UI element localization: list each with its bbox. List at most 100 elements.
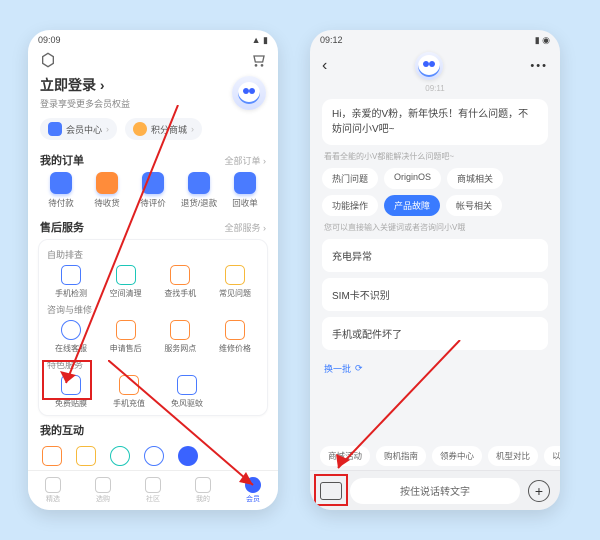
find-phone[interactable]: 查找手机: [156, 265, 204, 299]
service-more[interactable]: 全部服务 ›: [224, 221, 266, 234]
avatar[interactable]: [232, 76, 266, 110]
order-recycle[interactable]: 回收单: [224, 172, 266, 209]
chevron-right-icon: ›: [100, 77, 105, 93]
orders-more[interactable]: 全部订单 ›: [224, 154, 266, 167]
faq[interactable]: 常见问题: [211, 265, 259, 299]
nav-member[interactable]: 会员: [245, 477, 261, 504]
free-film[interactable]: 免费贴膜: [47, 375, 95, 409]
bag-icon: [95, 477, 111, 493]
settings-icon[interactable]: [40, 52, 56, 71]
plus-icon[interactable]: +: [528, 480, 550, 502]
status-icons: ▲ ▮: [252, 35, 268, 46]
chevron-right-icon: ›: [106, 124, 109, 134]
chip-originos[interactable]: OriginOS: [384, 168, 441, 189]
service-card: 自助排查 手机检测 空间清理 查找手机 常见问题 咨询与维修 在线客服 申请售后…: [38, 239, 268, 416]
order-pending-receive[interactable]: 待收货: [86, 172, 128, 209]
location-icon: [170, 320, 190, 340]
user-icon: [195, 477, 211, 493]
form-icon: [116, 320, 136, 340]
hint-capabilities: 看看全能的小V都能解决什么问题吧~: [324, 151, 546, 162]
order-pending-review[interactable]: 待评价: [132, 172, 174, 209]
repair-price[interactable]: 维修价格: [211, 320, 259, 354]
order-pending-pay[interactable]: 待付款: [40, 172, 82, 209]
fan-icon: [177, 375, 197, 395]
coin-icon: [133, 122, 147, 136]
quick-links: 商城活动 购机指南 领券中心 机型对比 以旧: [310, 446, 560, 466]
nav-community[interactable]: 社区: [145, 477, 161, 504]
chat-icon: [142, 172, 164, 194]
interact-icon-3[interactable]: [110, 446, 130, 466]
order-refund[interactable]: 退货/退款: [178, 172, 220, 209]
interact-icon-1[interactable]: [42, 446, 62, 466]
chip-fault[interactable]: 产品故障: [384, 195, 440, 216]
faq-sim[interactable]: SIM卡不识别: [322, 278, 548, 311]
member-center-pill[interactable]: 会员中心›: [40, 118, 117, 140]
status-icons: ▮ ◉: [535, 35, 550, 46]
nav-featured[interactable]: 精选: [45, 477, 61, 504]
chip-hot[interactable]: 热门问题: [322, 168, 378, 189]
nav-shop[interactable]: 选购: [95, 477, 111, 504]
login-title: 立即登录: [40, 77, 96, 93]
orders-title: 我的订单: [40, 152, 84, 168]
category-chips: 热门问题 OriginOS 商城相关 功能操作 产品故障 帐号相关: [322, 168, 548, 216]
interact-icons: [28, 442, 278, 470]
qlink-tradein[interactable]: 以旧: [544, 446, 560, 466]
truck-icon: [96, 172, 118, 194]
service-title: 售后服务: [40, 219, 84, 235]
more-icon[interactable]: •••: [530, 60, 548, 72]
points-mall-pill[interactable]: 积分商城›: [125, 118, 202, 140]
tag-icon: [225, 320, 245, 340]
login-subtitle: 登录享受更多会员权益: [40, 97, 130, 110]
interact-section: 我的互动: [28, 416, 278, 442]
status-bar: 09:09 ▲ ▮: [28, 30, 278, 50]
service-point[interactable]: 服务网点: [156, 320, 204, 354]
bot-avatar: [415, 52, 443, 80]
interact-icon-2[interactable]: [76, 446, 96, 466]
misc-service[interactable]: 免风驱蚊: [163, 375, 211, 409]
consult-title: 咨询与维修: [47, 303, 259, 316]
refund-icon: [188, 172, 210, 194]
phone-right: 09:12 ▮ ◉ ‹ ••• 09:11 Hi，亲爱的V粉，新年快乐！有什么问…: [310, 30, 560, 510]
status-bar: 09:12 ▮ ◉: [310, 30, 560, 50]
chip-mall[interactable]: 商城相关: [447, 168, 503, 189]
nav-mine[interactable]: 我的: [195, 477, 211, 504]
interact-icon-5[interactable]: [178, 446, 198, 466]
chevron-right-icon: ›: [191, 124, 194, 134]
qlink-guide[interactable]: 购机指南: [376, 446, 426, 466]
status-time: 09:09: [38, 35, 61, 45]
broom-icon: [116, 265, 136, 285]
shield-icon: [61, 375, 81, 395]
space-clean[interactable]: 空间清理: [102, 265, 150, 299]
phone-left: 09:09 ▲ ▮ 立即登录 › 登录享受更多会员权益 会员中心› 积分商城› …: [28, 30, 278, 510]
phone-topup[interactable]: 手机充值: [105, 375, 153, 409]
cart-icon[interactable]: [250, 52, 266, 71]
login-row[interactable]: 立即登录 › 登录享受更多会员权益: [28, 75, 278, 114]
chip-account[interactable]: 帐号相关: [446, 195, 502, 216]
hint-keyword: 您可以直接输入关键词或者咨询问小V哦: [324, 222, 546, 233]
online-service[interactable]: 在线客服: [47, 320, 95, 354]
qlink-activity[interactable]: 商城活动: [320, 446, 370, 466]
refresh-icon: ⟳: [355, 363, 363, 374]
headset-icon: [61, 320, 81, 340]
orders-section: 我的订单 全部订单 › 待付款 待收货 待评价 退货/退款 回收单: [28, 146, 278, 213]
interact-icon-4[interactable]: [144, 446, 164, 466]
faq-charge[interactable]: 充电异常: [322, 239, 548, 272]
keyboard-icon[interactable]: [320, 482, 342, 500]
chip-function[interactable]: 功能操作: [322, 195, 378, 216]
pill-row: 会员中心› 积分商城›: [28, 114, 278, 146]
top-bar: [28, 50, 278, 75]
voice-input[interactable]: 按住说话转文字: [350, 478, 520, 504]
apply-service[interactable]: 申请售后: [102, 320, 150, 354]
chat-timestamp: 09:11: [310, 84, 560, 93]
special-title: 特色服务: [47, 358, 259, 371]
refresh-batch[interactable]: 换一批⟳: [324, 362, 546, 375]
faq-list: 充电异常 SIM卡不识别 手机或配件坏了: [322, 239, 548, 356]
wallet-icon: [50, 172, 72, 194]
faq-broken[interactable]: 手机或配件坏了: [322, 317, 548, 350]
back-icon[interactable]: ‹: [322, 57, 327, 75]
qlink-coupon[interactable]: 领券中心: [432, 446, 482, 466]
phone-check[interactable]: 手机检测: [47, 265, 95, 299]
bolt-icon: [119, 375, 139, 395]
input-bar: 按住说话转文字 +: [310, 470, 560, 510]
qlink-compare[interactable]: 机型对比: [488, 446, 538, 466]
